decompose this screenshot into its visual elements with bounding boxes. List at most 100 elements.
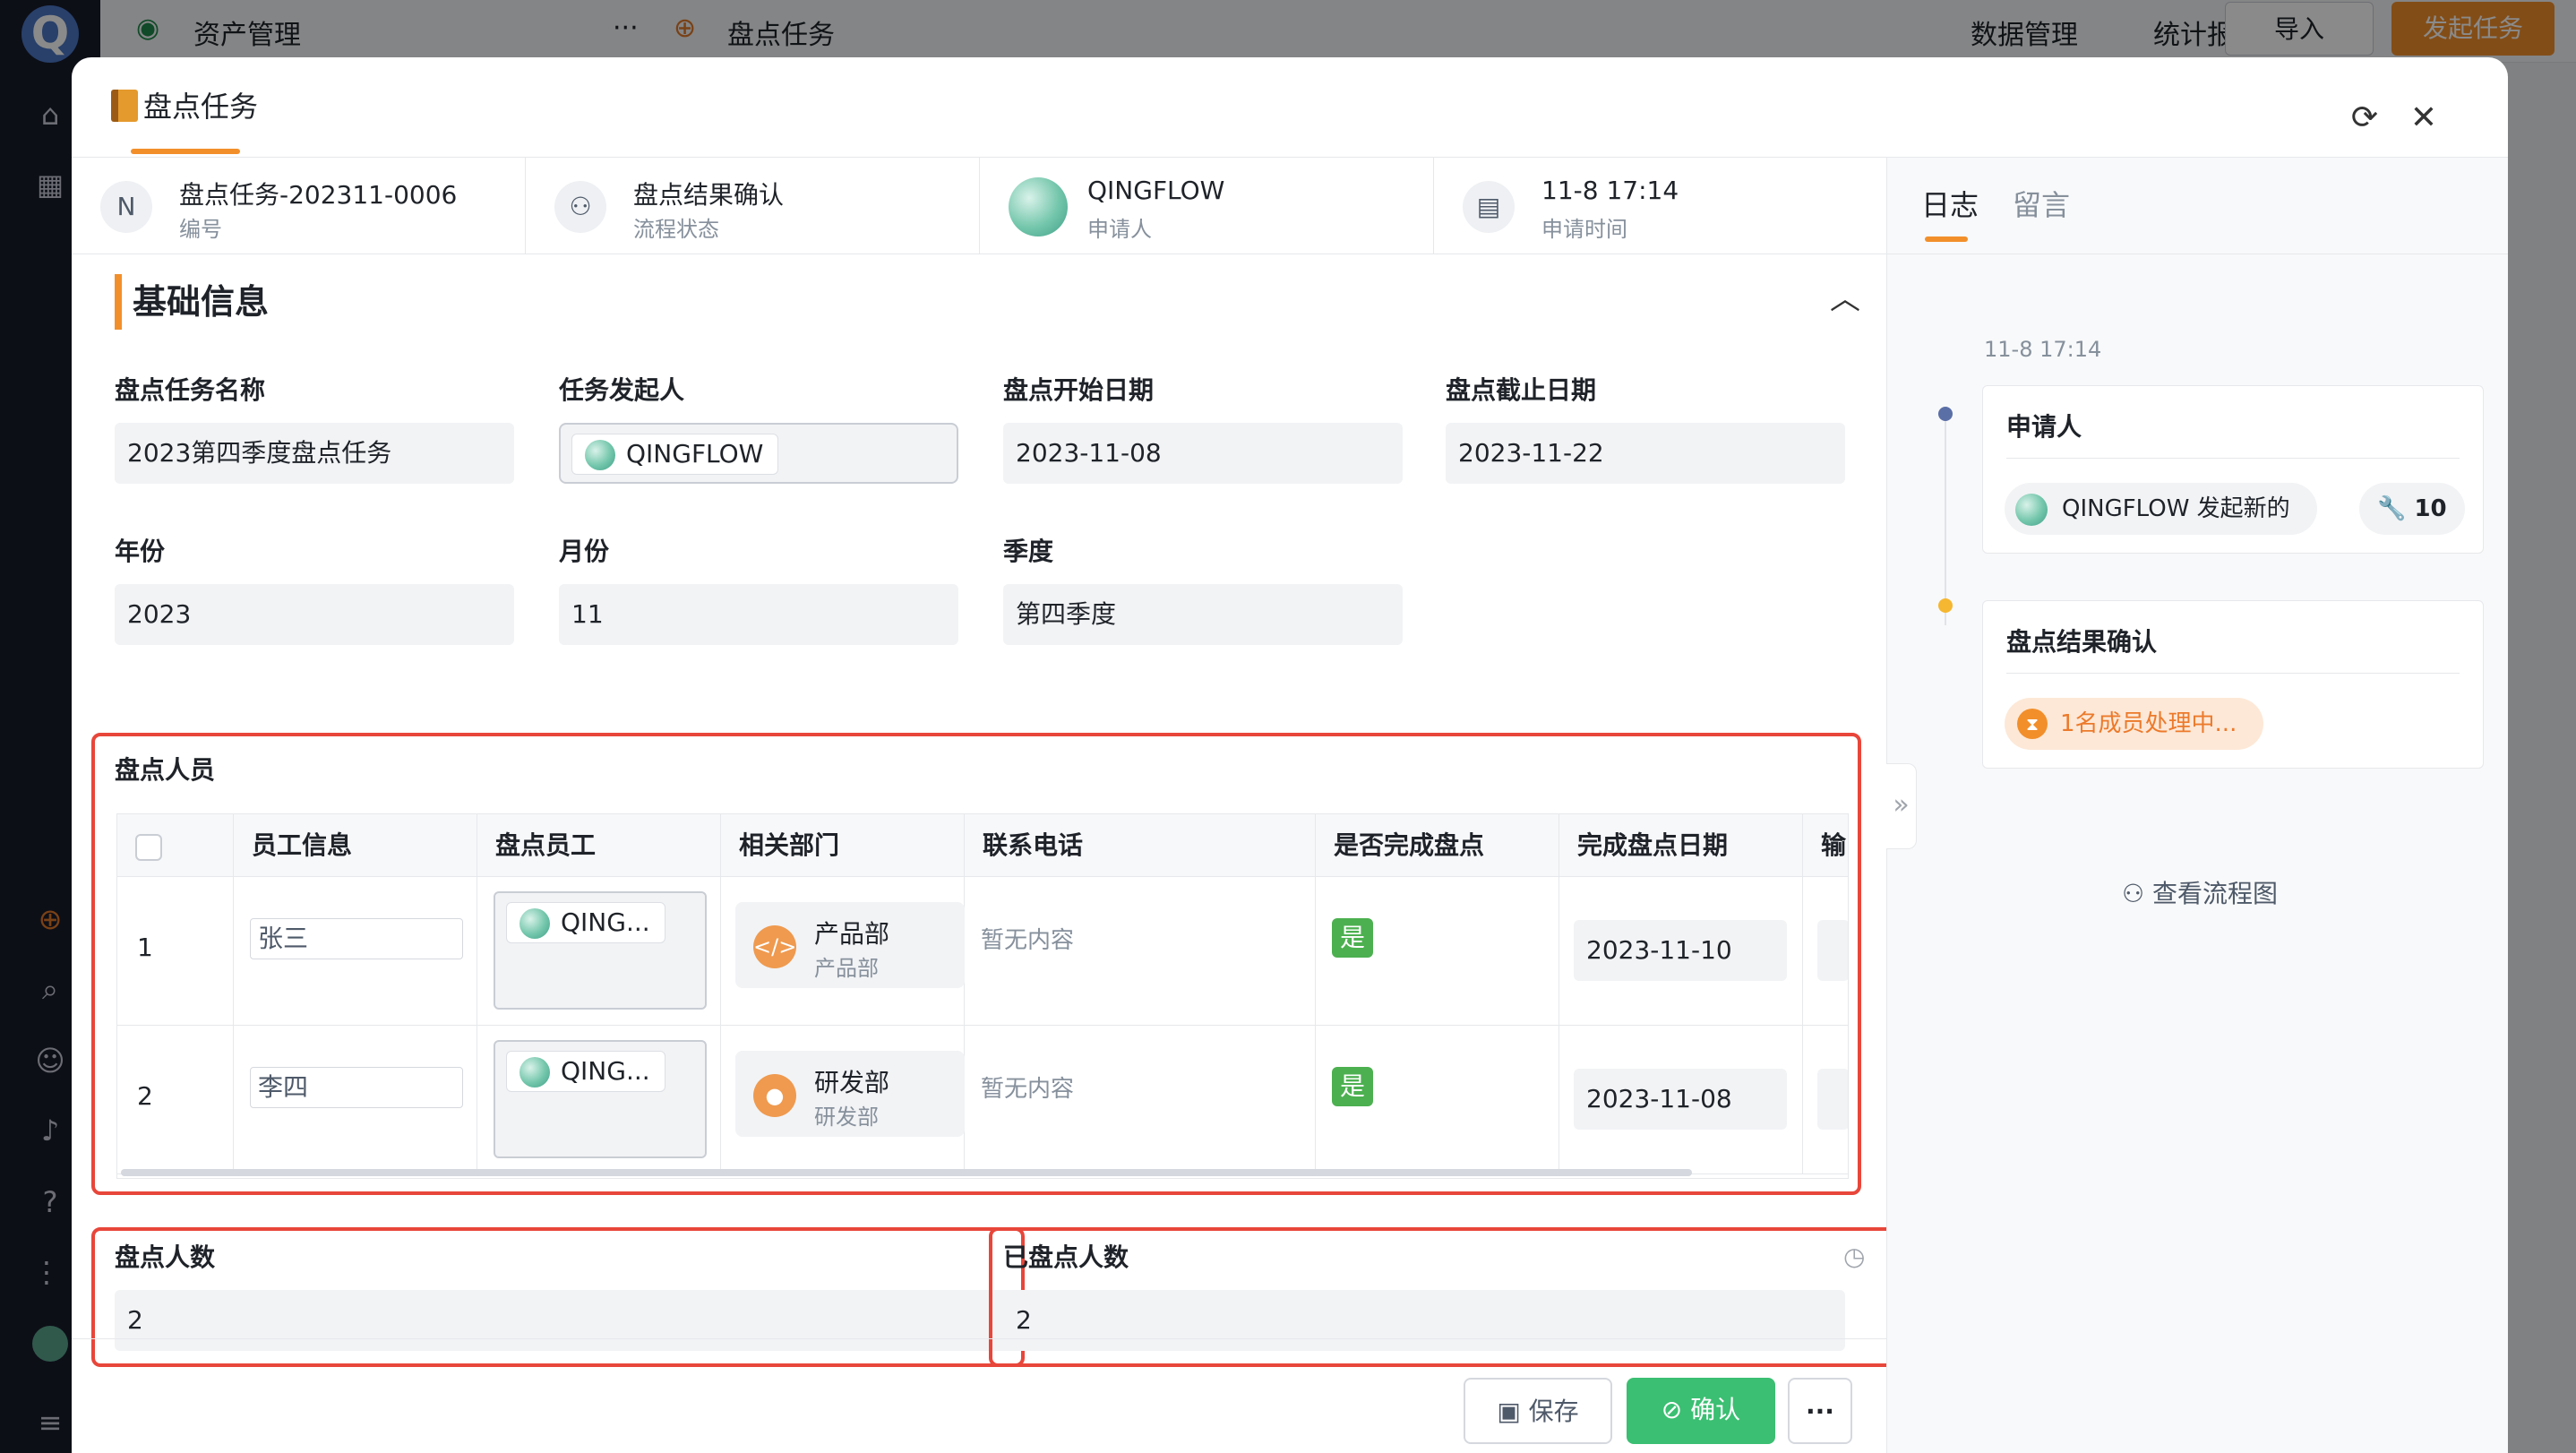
initiator-chip: QINGFLOW	[571, 434, 779, 475]
panel-collapse-handle[interactable]: »	[1886, 763, 1917, 849]
year-field[interactable]: 2023	[115, 584, 514, 645]
table-cell: QING...	[477, 1026, 721, 1174]
calendar-icon: ▤	[1463, 181, 1515, 233]
start-date-label: 盘点开始日期	[1003, 375, 1155, 405]
clock-icon: ◷	[1843, 1242, 1866, 1271]
side-panel: 日志 留言 11-8 17:14 申请人 QINGFLOW 发起新的 🔧 10 …	[1886, 158, 2508, 1453]
modal-title: 盘点任务	[111, 84, 258, 125]
done-tag: 是	[1332, 918, 1373, 958]
avatar	[519, 908, 550, 939]
col-header: 相关部门	[721, 814, 965, 877]
col-header: 输	[1803, 814, 1848, 877]
truncated-field[interactable]	[1817, 920, 1848, 981]
tab-log[interactable]: 日志	[1921, 183, 1979, 224]
table-cell: 是	[1316, 1026, 1559, 1174]
counted-field[interactable]: 2	[1003, 1290, 1845, 1351]
done-date-field[interactable]: 2023-11-10	[1574, 920, 1787, 981]
count-field[interactable]: 2	[115, 1290, 1016, 1351]
quarter-label: 季度	[1003, 537, 1054, 566]
footer-divider	[72, 1338, 1886, 1339]
col-header: 是否完成盘点	[1316, 814, 1559, 877]
done-tag: 是	[1332, 1067, 1373, 1106]
table-cell: 2023-11-10	[1559, 877, 1803, 1026]
serial-label: 编号	[179, 217, 222, 242]
meta-apply-time: ▤ 11-8 17:14 申请时间	[1434, 158, 1888, 254]
close-icon[interactable]: ✕	[2406, 100, 2442, 136]
table-row: 1	[117, 877, 234, 1026]
section-title: 基础信息	[115, 274, 269, 330]
view-flow-link[interactable]: ⚇ 查看流程图	[2122, 874, 2278, 910]
serial-value: 盘点任务-202311-0006	[179, 180, 458, 210]
month-label: 月份	[559, 537, 610, 566]
chevron-up-icon[interactable]: ︿	[1825, 279, 1865, 319]
dept-sub: 研发部	[814, 1105, 879, 1130]
dept-card[interactable]: ● 研发部 研发部	[735, 1051, 965, 1137]
save-icon: ▣	[1497, 1397, 1529, 1426]
flow-icon: ⚇	[554, 181, 606, 233]
task-modal: 盘点任务 ⟳ ✕ N 盘点任务-202311-0006 编号 ⚇ 盘点结果确认 …	[72, 57, 2508, 1453]
employee-name-input[interactable]: 张三	[250, 918, 463, 959]
row-number: 1	[137, 933, 153, 962]
wrench-icon: 🔧	[2377, 495, 2415, 522]
save-button[interactable]: ▣ 保存	[1464, 1378, 1612, 1444]
truncated-field[interactable]	[1817, 1069, 1848, 1130]
employee-name-input[interactable]: 李四	[250, 1067, 463, 1108]
confirm-button[interactable]: ⊘ 确认	[1627, 1378, 1775, 1444]
side-tabs: 日志 留言	[1887, 158, 2508, 254]
flow-chart-icon: ⚇	[2122, 879, 2153, 908]
timeline-line	[1945, 417, 1946, 625]
quarter-field[interactable]: 第四季度	[1003, 584, 1403, 645]
user-icon: ●	[753, 1074, 796, 1117]
code-icon: </>	[753, 925, 796, 968]
select-all-checkbox[interactable]	[135, 834, 162, 861]
card-divider	[2006, 673, 2460, 674]
select-all-header	[117, 814, 234, 877]
timeline-dot	[1938, 407, 1953, 421]
avatar	[585, 440, 615, 470]
timeline-dot	[1938, 598, 1953, 613]
staff-picker[interactable]: QING...	[494, 891, 707, 1010]
book-icon	[111, 90, 138, 122]
table-cell: ● 研发部 研发部	[721, 1026, 965, 1174]
dept-name: 研发部	[814, 1068, 890, 1097]
timeline-time: 11-8 17:14	[1984, 337, 2102, 362]
applicant-label: 申请人	[1087, 217, 1152, 242]
staff-chip: QING...	[506, 1051, 665, 1092]
processing-pill[interactable]: ⧗ 1名成员处理中...	[2005, 698, 2264, 750]
meta-status: ⚇ 盘点结果确认 流程状态	[526, 158, 980, 254]
avatar	[2015, 494, 2048, 526]
end-date-label: 盘点截止日期	[1446, 375, 1597, 405]
initiator-field[interactable]: QINGFLOW	[559, 423, 958, 484]
check-circle-icon: ⊘	[1661, 1395, 1691, 1424]
task-name-label: 盘点任务名称	[115, 375, 266, 405]
table-row: 2	[117, 1026, 234, 1174]
staff-picker[interactable]: QING...	[494, 1040, 707, 1158]
meta-serial: N 盘点任务-202311-0006 编号	[72, 158, 526, 254]
status-value: 盘点结果确认	[633, 180, 785, 210]
more-button[interactable]: ···	[1788, 1378, 1852, 1444]
meta-bar: N 盘点任务-202311-0006 编号 ⚇ 盘点结果确认 流程状态 QING…	[72, 158, 1886, 254]
month-field[interactable]: 11	[559, 584, 958, 645]
col-header: 盘点员工	[477, 814, 721, 877]
timeline-card-confirm: 盘点结果确认 ⧗ 1名成员处理中...	[1982, 600, 2484, 769]
tab-comments[interactable]: 留言	[2013, 183, 2070, 224]
table-cell: 暂无内容	[965, 877, 1316, 1026]
table-cell: QING...	[477, 877, 721, 1026]
counted-label: 已盘点人数	[1003, 1242, 1129, 1272]
end-date-field[interactable]: 2023-11-22	[1446, 423, 1845, 484]
task-name-field[interactable]: 2023第四季度盘点任务	[115, 423, 514, 484]
refresh-icon[interactable]: ⟳	[2347, 100, 2383, 136]
dept-card[interactable]: </> 产品部 产品部	[735, 902, 965, 988]
hourglass-icon: ⧗	[2017, 709, 2048, 739]
applicant-value: QINGFLOW	[1087, 176, 1225, 205]
table-cell: 暂无内容	[965, 1026, 1316, 1174]
action-count-pill: 🔧 10	[2359, 483, 2465, 535]
table-cell: 2023-11-08	[1559, 1026, 1803, 1174]
count-label: 盘点人数	[115, 1242, 216, 1272]
horizontal-scrollbar[interactable]	[121, 1169, 1692, 1176]
user-pill: QINGFLOW 发起新的	[2005, 483, 2317, 535]
title-underline	[131, 149, 240, 154]
start-date-field[interactable]: 2023-11-08	[1003, 423, 1403, 484]
done-date-field[interactable]: 2023-11-08	[1574, 1069, 1787, 1130]
timeline-card-applicant: 申请人 QINGFLOW 发起新的 🔧 10	[1982, 385, 2484, 554]
